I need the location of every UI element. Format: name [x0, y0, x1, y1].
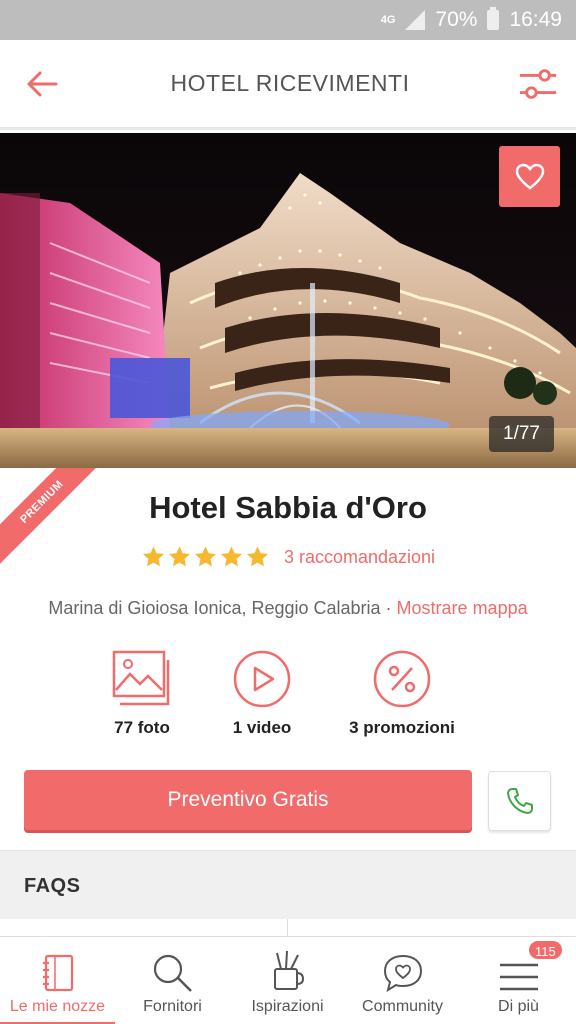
filter-button[interactable] — [518, 64, 558, 104]
show-map-link[interactable]: Mostrare mappa — [397, 598, 528, 618]
star-icon — [142, 546, 164, 567]
star-icon — [220, 546, 242, 567]
venue-name: Hotel Sabbia d'Oro — [149, 490, 427, 525]
faqs-title: FAQS — [24, 875, 81, 897]
brushes-icon — [273, 950, 304, 990]
free-quote-button[interactable]: Preventivo Gratis — [24, 770, 472, 830]
photos-count: 77 foto — [114, 718, 170, 737]
search-icon — [153, 954, 192, 992]
rating-row: 3 raccomandazioni — [0, 545, 576, 569]
location-line: Marina di Gioiosa Ionica, Reggio Calabri… — [0, 598, 576, 619]
battery-percent: 70% — [435, 8, 478, 31]
back-button[interactable] — [22, 64, 62, 104]
battery-icon — [487, 7, 500, 30]
chat-heart-icon — [383, 954, 422, 993]
location-text: Marina di Gioiosa Ionica, Reggio Calabri… — [48, 598, 397, 618]
status-bar: 4G 70% 16:49 — [0, 0, 576, 40]
photos-button[interactable]: 77 foto — [72, 648, 212, 738]
star-rating — [141, 545, 270, 569]
recommendations-link[interactable]: 3 raccomandazioni — [284, 547, 435, 568]
play-icon — [233, 650, 291, 708]
nav-item-di-piu[interactable]: Di più 115 — [461, 937, 576, 1024]
hero-photo[interactable]: 1/77 — [0, 133, 576, 468]
star-icon — [246, 546, 268, 567]
page-title: HOTEL RICEVIMENTI — [170, 70, 410, 96]
bottom-nav: Le mie nozze Fornitori Ispirazioni Commu… — [0, 936, 576, 1024]
arrow-left-icon — [27, 71, 58, 96]
signal-icon — [405, 10, 426, 30]
faqs-divider — [287, 919, 288, 937]
nav-item-le-mie-nozze[interactable]: Le mie nozze — [0, 937, 115, 1024]
nav-label: Community — [362, 998, 443, 1015]
percent-icon — [373, 650, 431, 708]
photo-counter: 1/77 — [489, 416, 554, 452]
promotions-count: 3 promozioni — [349, 718, 455, 737]
favorite-button[interactable] — [499, 146, 560, 207]
faqs-card — [0, 919, 576, 937]
nav-label: Le mie nozze — [9, 998, 106, 1015]
phone-icon — [506, 788, 533, 814]
star-icon — [168, 546, 190, 567]
notification-badge: 115 — [527, 939, 564, 961]
star-icon — [194, 546, 216, 567]
promotions-button[interactable]: 3 promozioni — [332, 648, 472, 738]
call-button[interactable] — [488, 771, 551, 831]
menu-icon — [499, 963, 538, 991]
nav-item-ispirazioni[interactable]: Ispirazioni — [230, 937, 345, 1024]
nav-label: Fornitori — [143, 998, 202, 1015]
clock: 16:49 — [509, 8, 562, 31]
media-row: 77 foto 1 video 3 promozioni — [100, 648, 476, 748]
nav-label: Ispirazioni — [251, 998, 324, 1015]
app-header: HOTEL RICEVIMENTI — [0, 40, 576, 130]
faqs-section: FAQS — [0, 850, 576, 937]
network-indicator: 4G — [380, 14, 396, 26]
notebook-icon — [42, 954, 73, 992]
nav-item-community[interactable]: Community — [345, 937, 460, 1024]
photo-icon — [112, 650, 170, 706]
videos-count: 1 video — [232, 718, 292, 737]
heart-icon — [515, 163, 544, 190]
nav-item-fornitori[interactable]: Fornitori — [115, 937, 230, 1024]
nav-label: Di più — [498, 998, 539, 1015]
sliders-icon — [519, 68, 557, 99]
videos-button[interactable]: 1 video — [192, 648, 332, 738]
